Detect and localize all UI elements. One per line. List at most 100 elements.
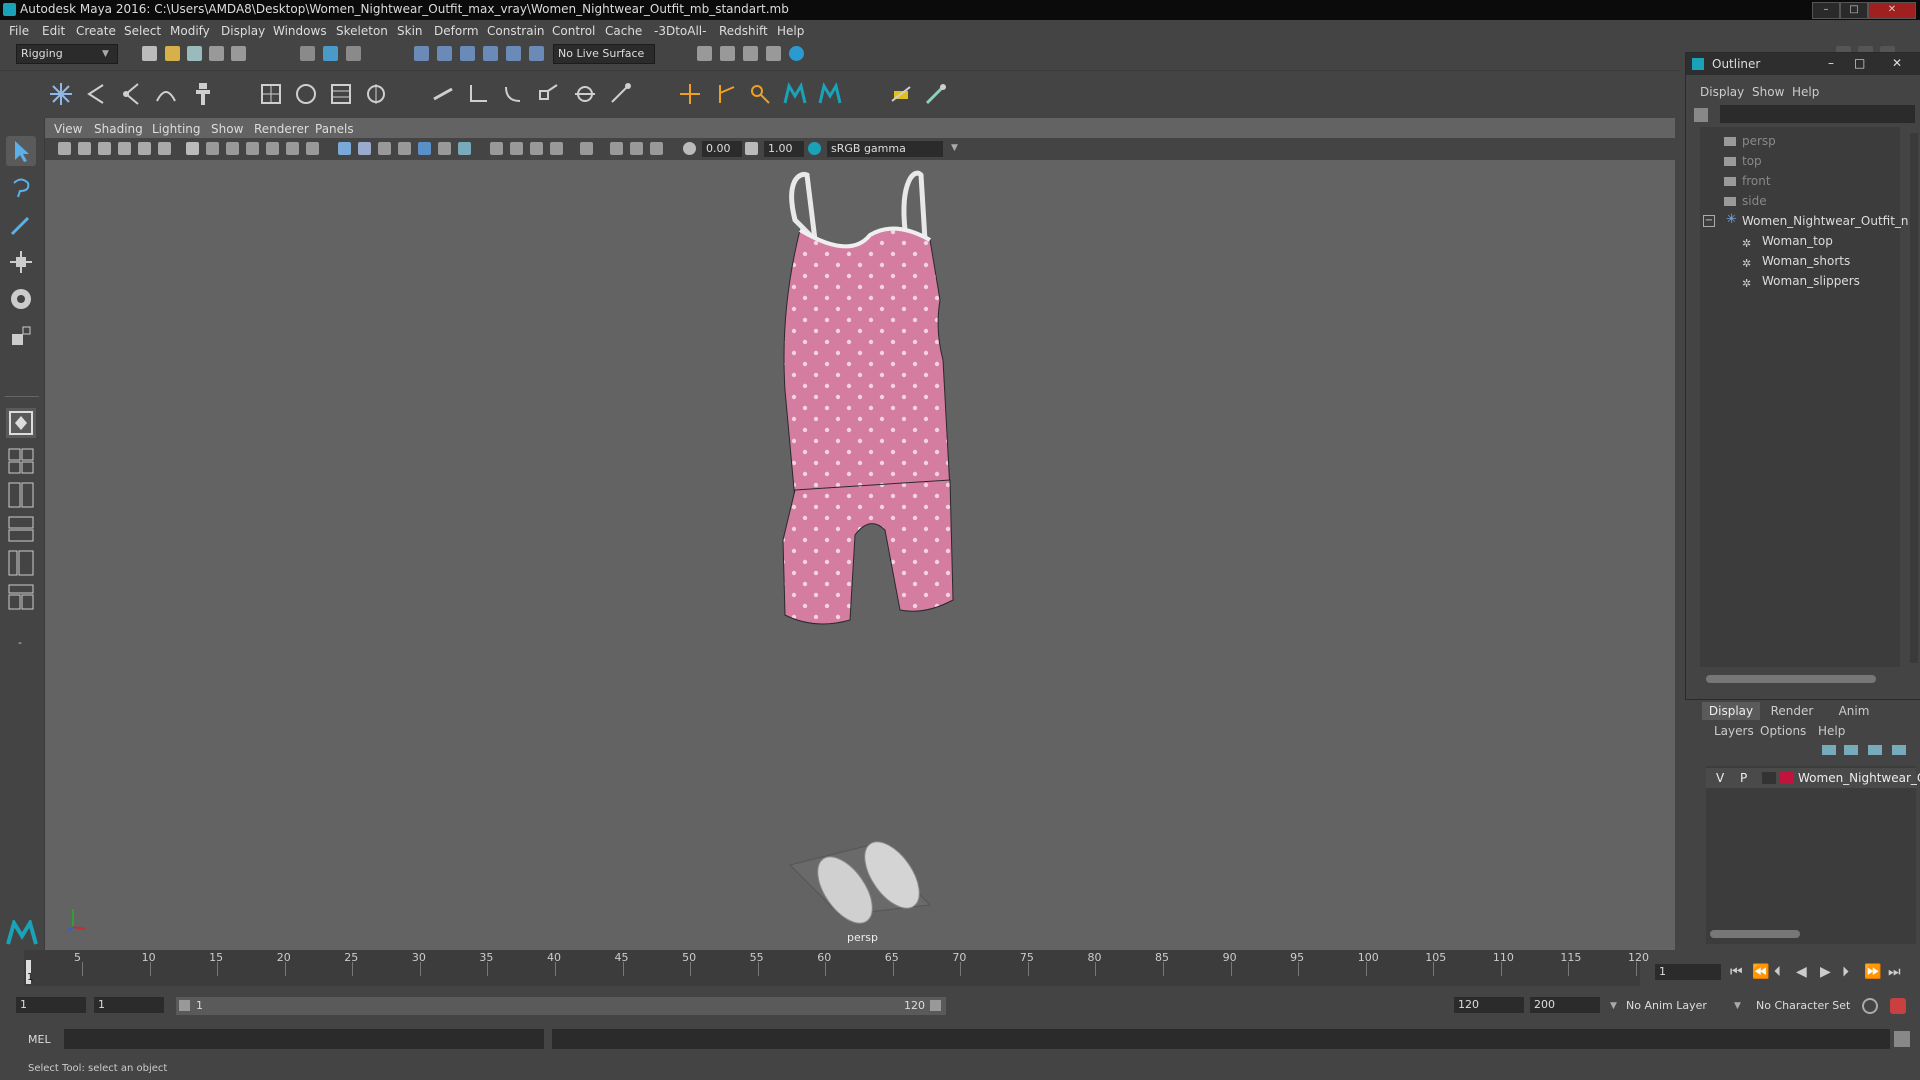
maya-logo-alt-icon[interactable] <box>817 81 843 107</box>
tab-render[interactable]: Render <box>1762 702 1822 720</box>
exposure-field[interactable]: 0.00 <box>702 141 742 157</box>
menu-3dtoall[interactable]: -3DtoAll- <box>654 24 706 38</box>
step-back-frame-icon[interactable]: ⏴ <box>1774 964 1781 980</box>
outliner-menu-show[interactable]: Show <box>1752 85 1784 99</box>
auto-key-icon[interactable] <box>1862 998 1878 1014</box>
motion-blur-icon[interactable] <box>490 142 503 155</box>
create-joint-icon[interactable] <box>83 81 109 107</box>
gamma-icon[interactable] <box>745 142 758 155</box>
redshift-render-icon[interactable] <box>789 46 804 61</box>
maya-logo-icon[interactable] <box>782 81 808 107</box>
range-end-handle[interactable] <box>930 1000 941 1011</box>
command-input[interactable] <box>64 1029 544 1049</box>
outliner-item-front[interactable]: front <box>1742 174 1771 188</box>
time-slider-track[interactable] <box>24 950 1640 986</box>
color-space-dropdown[interactable]: sRGB gamma <box>827 141 943 157</box>
menu-control[interactable]: Control <box>552 24 595 38</box>
grease-pencil-icon[interactable] <box>158 142 171 155</box>
outliner-item-woman-shorts[interactable]: Woman_shorts <box>1762 254 1850 268</box>
paint-select-icon[interactable] <box>6 210 36 240</box>
safe-title-icon[interactable] <box>306 142 319 155</box>
isolate-select-icon[interactable] <box>580 142 593 155</box>
select-tool-icon[interactable] <box>6 136 36 166</box>
smooth-shade-icon[interactable] <box>358 142 371 155</box>
graph-layout-icon[interactable] <box>6 548 36 578</box>
snap-view-icon[interactable] <box>483 46 498 61</box>
ik-fk-icon[interactable] <box>712 81 738 107</box>
menu-display[interactable]: Display <box>221 24 265 38</box>
maximize-button[interactable]: □ <box>1840 2 1868 19</box>
vp-menu-renderer[interactable]: Renderer <box>254 122 309 136</box>
menu-windows[interactable]: Windows <box>273 24 327 38</box>
persp-outliner-layout-icon[interactable] <box>6 514 36 544</box>
go-to-end-icon[interactable]: ⏭ <box>1888 964 1901 980</box>
gate-mask-icon[interactable] <box>246 142 259 155</box>
vp-menu-lighting[interactable]: Lighting <box>152 122 201 136</box>
select-object-icon[interactable] <box>323 46 338 61</box>
vp-menu-view[interactable]: View <box>54 122 82 136</box>
anim-end-field[interactable]: 200 <box>1530 997 1600 1013</box>
layer-hscrollbar[interactable] <box>1710 930 1800 938</box>
snap-grid-icon[interactable] <box>414 46 429 61</box>
image-plane-icon[interactable] <box>118 142 131 155</box>
gamma-field[interactable]: 1.00 <box>764 141 804 157</box>
layer-move-down-icon[interactable] <box>1844 745 1858 755</box>
save-scene-icon[interactable] <box>187 46 202 61</box>
menu-redshift[interactable]: Redshift <box>719 24 768 38</box>
start-time-field[interactable]: 1 <box>16 997 86 1013</box>
ik-handle-icon[interactable] <box>118 81 144 107</box>
color-management-icon[interactable] <box>808 142 821 155</box>
humanik-icon[interactable] <box>190 81 216 107</box>
anim-start-field[interactable]: 1 <box>94 997 164 1013</box>
select-component-icon[interactable] <box>346 46 361 61</box>
paint-weights-icon[interactable] <box>888 81 914 107</box>
ik-spline-icon[interactable] <box>153 81 179 107</box>
outliner-item-persp[interactable]: persp <box>1742 134 1776 148</box>
menu-create[interactable]: Create <box>76 24 116 38</box>
render-frame-icon[interactable] <box>697 46 712 61</box>
step-back-key-icon[interactable]: ⏪ <box>1752 964 1769 980</box>
play-backward-icon[interactable]: ◀ <box>1796 964 1807 980</box>
camera-select-icon[interactable] <box>58 142 71 155</box>
hypershade-icon[interactable] <box>766 46 781 61</box>
outliner-item-woman-slippers[interactable]: Woman_slippers <box>1762 274 1860 288</box>
outliner-minimize-button[interactable]: – <box>1828 56 1834 70</box>
new-layer-icon[interactable] <box>1868 745 1882 755</box>
nightwear-model[interactable] <box>755 160 975 640</box>
mel-label[interactable]: MEL <box>28 1033 51 1046</box>
outliner-hscrollbar[interactable] <box>1706 675 1876 683</box>
constraint-orient-icon[interactable] <box>535 81 561 107</box>
go-to-start-icon[interactable]: ⏮ <box>1730 964 1743 980</box>
2d-pan-zoom-icon[interactable] <box>138 142 151 155</box>
two-view-layout-icon[interactable] <box>6 480 36 510</box>
tab-anim[interactable]: Anim <box>1824 702 1884 720</box>
time-slider[interactable]: 1 5 10 15 20 25 30 35 40 45 50 55 60 65 70 75 80 85 90 95 1… <box>0 950 1920 988</box>
slippers-model[interactable] <box>780 825 950 935</box>
cluster-icon[interactable] <box>430 81 456 107</box>
camera-attributes-icon[interactable] <box>78 142 91 155</box>
layers-menu-options[interactable]: Options <box>1760 724 1806 738</box>
multisample-icon[interactable] <box>510 142 523 155</box>
xray-icon[interactable] <box>550 142 563 155</box>
xray-components-icon[interactable] <box>630 142 643 155</box>
wireframe-on-shaded-icon[interactable] <box>378 142 391 155</box>
collapse-toggle-icon[interactable]: − <box>1703 215 1715 227</box>
outliner-item-top[interactable]: top <box>1742 154 1762 168</box>
outliner-maximize-button[interactable]: □ <box>1854 56 1865 70</box>
smooth-bind-icon[interactable] <box>258 81 284 107</box>
four-view-layout-icon[interactable] <box>6 446 36 476</box>
joint-star-icon[interactable] <box>48 81 74 107</box>
vp-menu-panels[interactable]: Panels <box>315 122 354 136</box>
layer-move-up-icon[interactable] <box>1822 745 1836 755</box>
anim-layer-dropdown[interactable]: No Anim Layer <box>1626 999 1707 1012</box>
outliner-item-side[interactable]: side <box>1742 194 1767 208</box>
layer-visibility-toggle[interactable]: V <box>1716 771 1724 785</box>
constraint-scale-icon[interactable] <box>572 81 598 107</box>
field-chart-icon[interactable] <box>266 142 279 155</box>
step-forward-frame-icon[interactable]: ⏵ <box>1842 964 1849 980</box>
render-settings-icon[interactable] <box>743 46 758 61</box>
pose-editor-icon[interactable] <box>747 81 773 107</box>
menu-constrain[interactable]: Constrain <box>487 24 545 38</box>
lasso-tool-icon[interactable] <box>6 173 36 203</box>
layers-menu-help[interactable]: Help <box>1818 724 1845 738</box>
